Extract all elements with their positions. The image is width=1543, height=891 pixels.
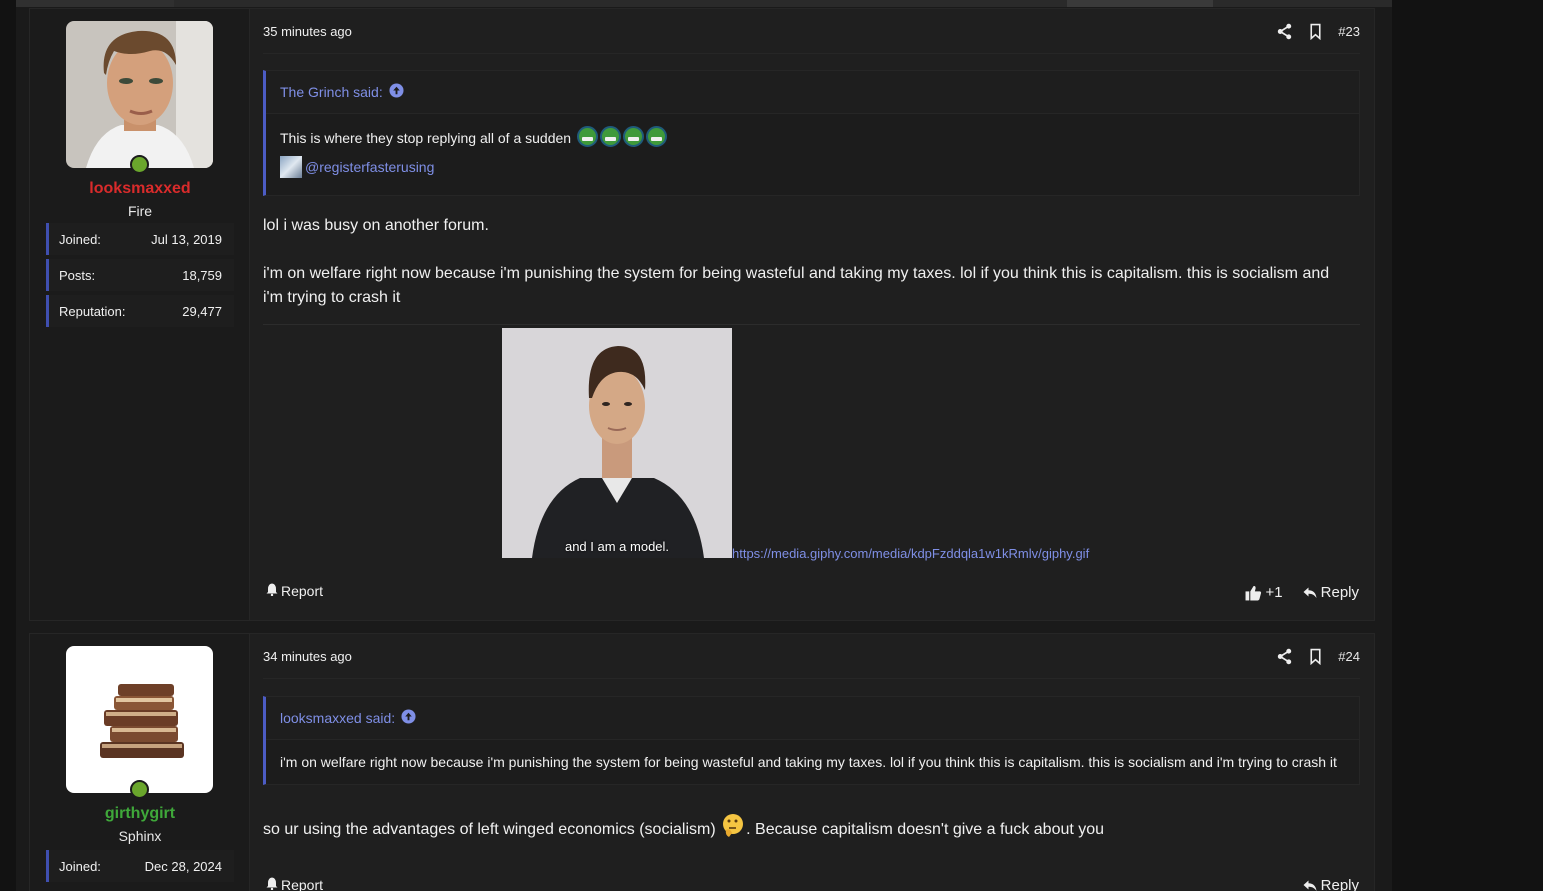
bell-icon bbox=[266, 583, 278, 599]
report-label[interactable]: Report bbox=[281, 583, 323, 599]
gif-caption: and I am a model. bbox=[564, 539, 670, 554]
stat-joined: Joined: Dec 28, 2024 bbox=[46, 850, 234, 882]
user-title: Sphinx bbox=[118, 828, 162, 844]
post-number-link[interactable]: #24 bbox=[1338, 649, 1360, 664]
gif-link[interactable]: https://media.giphy.com/media/kdpFzddqla… bbox=[732, 546, 1089, 561]
header-divider bbox=[263, 678, 1360, 679]
post-24: girthygirt Sphinx Joined: Dec 28, 2024 3… bbox=[29, 633, 1375, 891]
thinking-emoji-icon bbox=[720, 813, 746, 839]
post-23: looksmaxxed Fire Joined: Jul 13, 2019 Po… bbox=[29, 8, 1375, 621]
stat-value: 18,759 bbox=[182, 268, 222, 283]
post-actions: #24 bbox=[1276, 648, 1360, 666]
arrow-up-circle-icon[interactable] bbox=[401, 709, 416, 727]
content-divider bbox=[263, 324, 1360, 325]
embedded-gif[interactable]: and I am a model. bbox=[502, 328, 732, 558]
avatar[interactable] bbox=[66, 646, 213, 793]
online-status-indicator bbox=[130, 780, 149, 799]
laughing-frog-icon bbox=[645, 126, 667, 147]
post-content: 34 minutes ago #24 looksmaxxed said: i'm… bbox=[250, 634, 1374, 891]
reply-arrow-icon bbox=[1303, 587, 1317, 599]
laughing-frog-icon bbox=[622, 126, 644, 147]
user-title: Fire bbox=[127, 203, 153, 219]
share-icon[interactable] bbox=[1276, 23, 1293, 40]
stat-label: Reputation: bbox=[59, 304, 126, 319]
quote-text: i'm on welfare right now because i'm pun… bbox=[280, 754, 1337, 770]
reply-arrow-icon bbox=[1303, 880, 1317, 891]
stat-label: Joined: bbox=[59, 232, 101, 247]
report-label[interactable]: Report bbox=[281, 877, 323, 891]
share-icon[interactable] bbox=[1276, 648, 1293, 665]
post-number-link[interactable]: #23 bbox=[1338, 24, 1360, 39]
post-footer-actions: Reply bbox=[1303, 877, 1359, 891]
reply-button[interactable]: Reply bbox=[1303, 877, 1359, 891]
bookmark-icon[interactable] bbox=[1307, 23, 1324, 41]
quote-block: looksmaxxed said: i'm on welfare right n… bbox=[263, 696, 1360, 785]
online-status-indicator bbox=[130, 155, 149, 174]
body-text-end: . Because capitalism doesn't give a fuck… bbox=[746, 821, 1105, 838]
quote-block: The Grinch said: This is where they stop… bbox=[263, 70, 1360, 196]
stat-reputation: Reputation: 29,477 bbox=[46, 295, 234, 327]
laughing-frog-icon bbox=[599, 126, 621, 147]
quote-author[interactable]: The Grinch said: bbox=[280, 84, 383, 100]
like-count[interactable]: +1 bbox=[1266, 584, 1283, 601]
bell-icon bbox=[266, 877, 278, 891]
quote-body: i'm on welfare right now because i'm pun… bbox=[266, 740, 1359, 784]
stat-posts: Posts: 18,759 bbox=[46, 259, 234, 291]
top-scroll-bar bbox=[16, 0, 1392, 7]
post-timestamp[interactable]: 35 minutes ago bbox=[263, 24, 352, 39]
post-timestamp[interactable]: 34 minutes ago bbox=[263, 649, 352, 664]
bookmark-icon[interactable] bbox=[1307, 648, 1324, 666]
thumbs-up-icon bbox=[1245, 585, 1262, 601]
avatar[interactable] bbox=[66, 21, 213, 168]
user-panel: girthygirt Sphinx Joined: Dec 28, 2024 bbox=[30, 634, 250, 891]
mention-text[interactable]: @registerfasterusing bbox=[305, 157, 434, 177]
laughing-frog-icon bbox=[576, 126, 598, 147]
report-button[interactable]: Report bbox=[266, 583, 323, 599]
user-panel: looksmaxxed Fire Joined: Jul 13, 2019 Po… bbox=[30, 9, 250, 620]
post-paragraph: lol i was busy on another forum. bbox=[263, 217, 489, 234]
quote-author[interactable]: looksmaxxed said: bbox=[280, 710, 395, 726]
post-content: 35 minutes ago #23 The Grinch said: This… bbox=[250, 9, 1374, 620]
stat-value: 29,477 bbox=[182, 304, 222, 319]
quote-body: This is where they stop replying all of … bbox=[266, 114, 1359, 195]
quote-header[interactable]: looksmaxxed said: bbox=[266, 697, 1359, 740]
username[interactable]: looksmaxxed bbox=[30, 180, 250, 198]
quote-text: This is where they stop replying all of … bbox=[280, 130, 572, 146]
stat-value: Dec 28, 2024 bbox=[144, 859, 222, 874]
username[interactable]: girthygirt bbox=[30, 805, 250, 823]
reply-button[interactable]: Reply bbox=[1303, 584, 1359, 601]
stat-label: Joined: bbox=[59, 859, 101, 874]
post-footer-actions: +1 Reply bbox=[1245, 584, 1359, 601]
report-button[interactable]: Report bbox=[266, 877, 323, 891]
reply-label[interactable]: Reply bbox=[1321, 584, 1359, 601]
mention-avatar bbox=[280, 156, 302, 178]
post-paragraph: so ur using the advantages of left winge… bbox=[263, 813, 1330, 842]
like-button[interactable]: +1 bbox=[1245, 584, 1283, 601]
post-paragraph: i'm on welfare right now because i'm pun… bbox=[263, 265, 1330, 306]
body-text-start: so ur using the advantages of left winge… bbox=[263, 821, 721, 838]
stat-joined: Joined: Jul 13, 2019 bbox=[46, 223, 234, 255]
quote-header[interactable]: The Grinch said: bbox=[266, 71, 1359, 114]
stat-value: Jul 13, 2019 bbox=[151, 232, 222, 247]
header-divider bbox=[263, 53, 1360, 54]
arrow-up-circle-icon[interactable] bbox=[389, 83, 404, 101]
reply-label[interactable]: Reply bbox=[1321, 877, 1359, 891]
stat-label: Posts: bbox=[59, 268, 96, 283]
post-actions: #23 bbox=[1276, 23, 1360, 41]
user-mention[interactable]: @registerfasterusing bbox=[280, 156, 434, 178]
